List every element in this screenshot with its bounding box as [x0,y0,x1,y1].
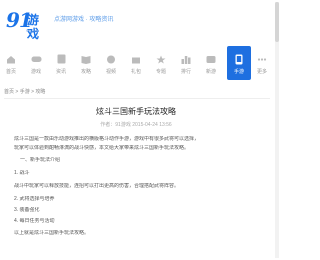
home-icon [5,54,17,64]
page: 91 游戏 91.com 点游网游戏 · 攻略资讯 首页 游戏 资讯 攻略 视频… [0,0,280,260]
main-nav: 首页 游戏 资讯 攻略 视频 礼包 专题 排行 新游 手游 更多 [0,46,272,80]
nav-item-guides[interactable]: 攻略 [75,46,97,80]
nav-item-news[interactable]: 资讯 [50,46,72,80]
site-header: 91 游戏 91.com 点游网游戏 · 攻略资讯 [0,0,280,42]
article-paragraph: 3. 装备强化 [14,207,40,213]
article-paragraph: 4. 每日任务与活动 [14,218,55,224]
nav-label: 首页 [5,69,16,75]
more-icon [256,54,268,64]
divider [4,98,270,99]
star-icon [155,54,167,64]
article-meta: 作者：91游戏 2015-04-24 13:56 [100,122,172,128]
article-paragraph: 2. 武将选择与培养 [14,196,55,202]
article-paragraph: 以上就是炫斗三国新手玩法攻略。 [14,230,90,236]
nav-label: 礼包 [130,69,141,75]
nav-label: 更多 [256,69,267,75]
phone-icon [233,54,245,64]
nav-label: 手游 [233,69,244,75]
logo-subtext: 91.com [26,28,40,33]
article-paragraph: 1. 战斗 [14,170,30,176]
nav-item-new-games[interactable]: 新游 [200,46,222,80]
nav-label: 游戏 [30,69,41,75]
nav-label: 新游 [205,69,216,75]
gift-icon [130,54,142,64]
book-icon [80,54,92,64]
nav-label: 资讯 [55,69,66,75]
chart-icon [180,54,192,64]
breadcrumb[interactable]: 首页 > 手游 > 攻略 [4,88,104,96]
article-title: 炫斗三国新手玩法攻略 [96,107,176,116]
article-paragraph: 战斗中玩家可以释放技能，连招可以打出更高的伤害，合理搭配武将阵容。 [14,183,180,189]
scrollbar-thumb[interactable] [275,2,279,42]
nav-item-rankings[interactable]: 排行 [175,46,197,80]
news-icon [55,54,67,64]
scrollbar[interactable] [275,2,279,258]
nav-item-games[interactable]: 游戏 [25,46,47,80]
article-paragraph: 玩家可以体验到酣畅淋漓的战斗快感，本文给大家带来炫斗三国新手玩法攻略。 [14,145,190,151]
new-icon [205,54,217,64]
nav-item-gifts[interactable]: 礼包 [125,46,147,80]
nav-label: 攻略 [80,69,91,75]
nav-item-more[interactable]: 更多 [253,46,271,80]
site-slogan: 点游网游戏 · 攻略资讯 [54,17,114,23]
nav-label: 排行 [180,69,191,75]
nav-item-mobile-games[interactable]: 手游 [227,46,251,80]
site-logo[interactable]: 91 游戏 91.com [6,10,46,41]
nav-item-topics[interactable]: 专题 [150,46,172,80]
video-icon [105,54,117,64]
nav-item-home[interactable]: 首页 [0,46,22,80]
nav-label: 专题 [155,69,166,75]
logo-text: 游戏 [27,13,40,41]
nav-item-videos[interactable]: 视频 [100,46,122,80]
gamepad-icon [30,54,42,64]
article-paragraph: 炫斗三国是一款由乐动游戏推出的横版格斗动作手游，游戏中有很多武将可以选择， [14,136,200,142]
article-paragraph: 一、新手玩法介绍 [20,157,61,163]
nav-label: 视频 [105,69,116,75]
